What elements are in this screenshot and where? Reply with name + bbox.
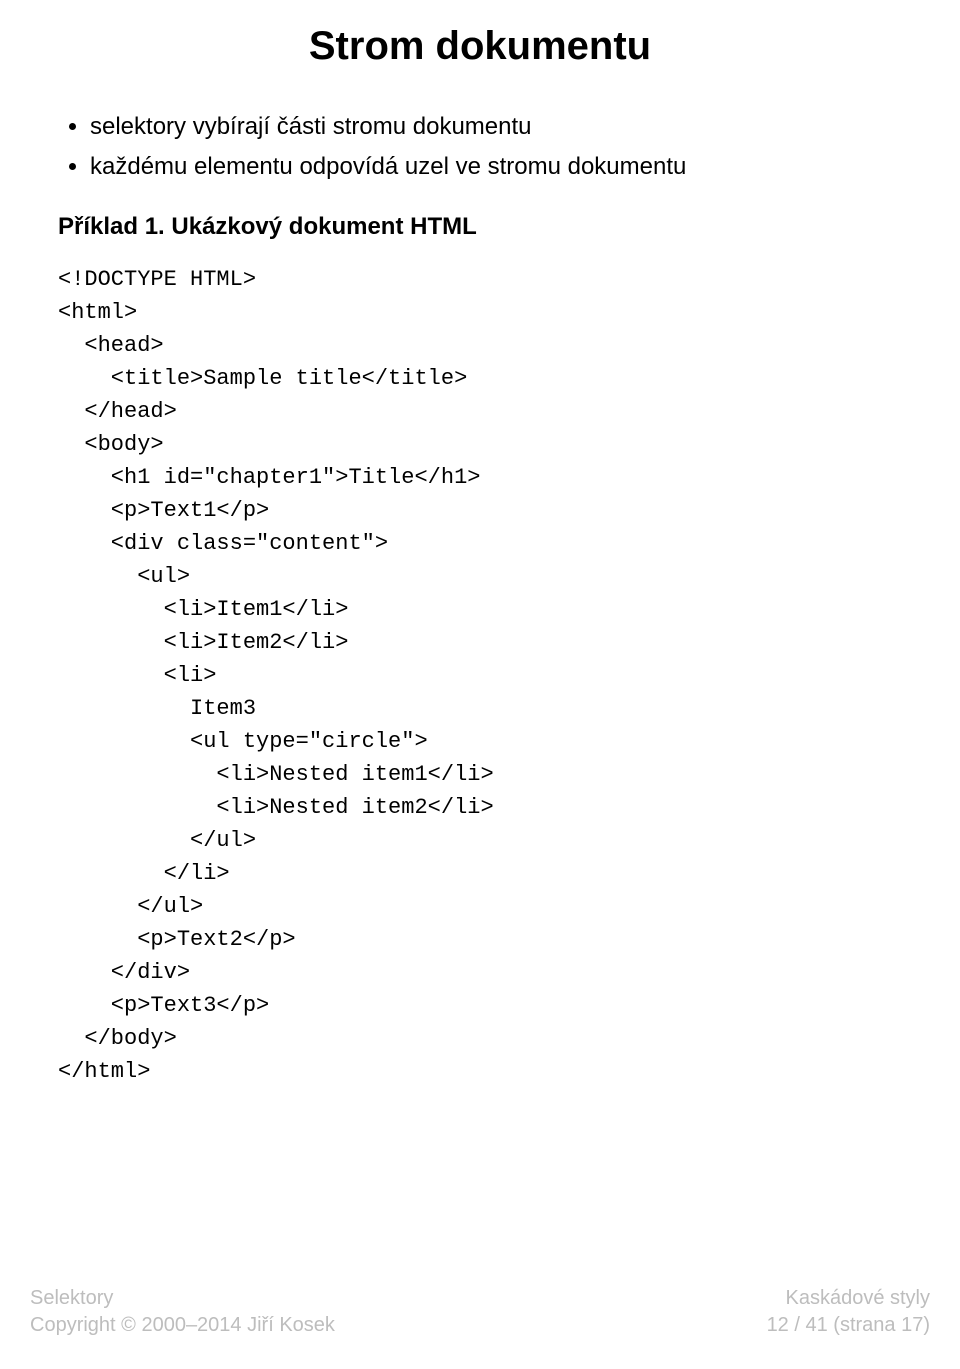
list-item: selektory vybírají části stromu dokument…: [90, 109, 902, 145]
code-block: <!DOCTYPE HTML> <html> <head> <title>Sam…: [58, 263, 902, 1088]
footer-right: Kaskádové styly 12 / 41 (strana 17): [767, 1285, 930, 1339]
page-title: Strom dokumentu: [58, 24, 902, 69]
list-item: každému elementu odpovídá uzel ve stromu…: [90, 149, 902, 185]
footer-page-number: 12 / 41 (strana 17): [767, 1312, 930, 1339]
footer-copyright: Copyright © 2000–2014 Jiří Kosek: [30, 1312, 335, 1339]
page-footer: Selektory Copyright © 2000–2014 Jiří Kos…: [0, 1285, 960, 1339]
bullet-list: selektory vybírají části stromu dokument…: [58, 109, 902, 185]
example-heading: Příklad 1. Ukázkový dokument HTML: [58, 213, 902, 241]
document-page: Strom dokumentu selektory vybírají části…: [0, 24, 960, 1369]
footer-doc-title: Kaskádové styly: [767, 1285, 930, 1312]
footer-section-name: Selektory: [30, 1285, 335, 1312]
footer-left: Selektory Copyright © 2000–2014 Jiří Kos…: [30, 1285, 335, 1339]
